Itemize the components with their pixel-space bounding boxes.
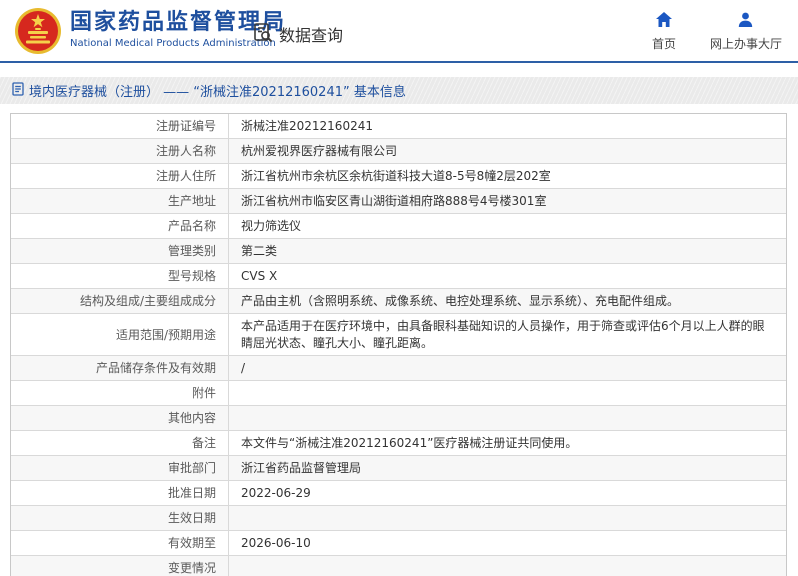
national-emblem-logo <box>14 7 62 55</box>
table-row: 管理类别 第二类 <box>11 239 786 264</box>
table-row: 有效期至 2026-06-10 <box>11 531 786 556</box>
table-row: 注册人名称 杭州爱视界医疗器械有限公司 <box>11 139 786 164</box>
table-row: 注册人住所 浙江省杭州市余杭区余杭街道科技大道8-5号8幢2层202室 <box>11 164 786 189</box>
table-row: 审批部门 浙江省药品监督管理局 <box>11 456 786 481</box>
table-row: 生产地址 浙江省杭州市临安区青山湖街道相府路888号4号楼301室 <box>11 189 786 214</box>
row-value: CVS X <box>241 269 278 283</box>
row-label: 产品名称 <box>11 214 229 238</box>
breadcrumb: 境内医疗器械（注册） —— “浙械注准20212160241” 基本信息 <box>12 81 406 100</box>
row-label: 变更情况 <box>11 556 229 576</box>
row-label: 审批部门 <box>11 456 229 480</box>
table-row: 注册证编号 浙械注准20212160241 <box>11 114 786 139</box>
document-icon <box>12 81 24 100</box>
row-label: 注册人住所 <box>11 164 229 188</box>
row-label: 其他内容 <box>11 406 229 430</box>
row-label: 批准日期 <box>11 481 229 505</box>
row-value <box>229 506 786 530</box>
row-value: / <box>241 361 246 375</box>
data-query-nav[interactable]: 数据查询 <box>252 21 343 47</box>
document-search-icon <box>252 21 274 47</box>
row-label: 备注 <box>11 431 229 455</box>
nav-home-label: 首页 <box>651 37 676 51</box>
row-label: 产品储存条件及有效期 <box>11 356 229 380</box>
row-label: 注册证编号 <box>11 114 229 138</box>
row-label: 注册人名称 <box>11 139 229 163</box>
row-label: 适用范围/预期用途 <box>11 314 229 355</box>
row-value: 产品由主机（含照明系统、成像系统、电控处理系统、显示系统）、充电配件组成。 <box>241 294 680 308</box>
table-row: 结构及组成/主要组成成分 产品由主机（含照明系统、成像系统、电控处理系统、显示系统… <box>11 289 786 314</box>
site-header: 国家药品监督管理局 National Medical Products Admi… <box>0 0 798 63</box>
table-row: 变更情况 <box>11 556 786 576</box>
table-row: 适用范围/预期用途 本产品适用于在医疗环境中，由具备眼科基础知识的人员操作，用于筛… <box>11 314 786 356</box>
user-icon <box>738 12 753 31</box>
table-row: 产品储存条件及有效期 / <box>11 356 786 381</box>
table-row: 其他内容 <box>11 406 786 431</box>
row-label: 生产地址 <box>11 189 229 213</box>
nav-service-hall[interactable]: 网上办事大厅 <box>710 12 782 52</box>
breadcrumb-text: 境内医疗器械（注册） —— “浙械注准20212160241” 基本信息 <box>29 85 406 100</box>
table-row: 生效日期 <box>11 506 786 531</box>
row-label: 生效日期 <box>11 506 229 530</box>
table-row: 备注 本文件与“浙械注准20212160241”医疗器械注册证共同使用。 <box>11 431 786 456</box>
row-value <box>229 406 786 430</box>
row-value: 2026-06-10 <box>241 536 311 550</box>
row-value: 浙江省药品监督管理局 <box>241 461 362 475</box>
top-nav: 首页 网上办事大厅 <box>652 12 782 52</box>
row-label: 附件 <box>11 381 229 405</box>
nav-service-hall-label: 网上办事大厅 <box>709 37 782 51</box>
row-value: 2022-06-29 <box>241 486 311 500</box>
row-value: 杭州爱视界医疗器械有限公司 <box>241 144 398 158</box>
breadcrumb-band: 境内医疗器械（注册） —— “浙械注准20212160241” 基本信息 <box>0 77 798 104</box>
row-value: 浙江省杭州市余杭区余杭街道科技大道8-5号8幢2层202室 <box>241 169 551 183</box>
row-value: 浙江省杭州市临安区青山湖街道相府路888号4号楼301室 <box>241 194 547 208</box>
row-value <box>229 556 786 576</box>
nav-home[interactable]: 首页 <box>652 12 676 52</box>
row-value <box>229 381 786 405</box>
home-icon <box>655 12 672 31</box>
row-value: 本产品适用于在医疗环境中，由具备眼科基础知识的人员操作，用于筛查或评估6个月以上… <box>241 319 765 350</box>
table-row: 型号规格 CVS X <box>11 264 786 289</box>
row-label: 结构及组成/主要组成成分 <box>11 289 229 313</box>
row-label: 型号规格 <box>11 264 229 288</box>
row-label: 管理类别 <box>11 239 229 263</box>
row-label: 有效期至 <box>11 531 229 555</box>
info-table: 注册证编号 浙械注准20212160241 注册人名称 杭州爱视界医疗器械有限公司 注册… <box>10 113 787 576</box>
row-value: 浙械注准20212160241 <box>241 119 373 133</box>
row-value: 第二类 <box>241 244 278 258</box>
data-query-label: 数据查询 <box>279 26 344 45</box>
row-value: 视力筛选仪 <box>241 219 302 233</box>
table-row: 附件 <box>11 381 786 406</box>
row-value: 本文件与“浙械注准20212160241”医疗器械注册证共同使用。 <box>241 436 578 450</box>
table-row: 产品名称 视力筛选仪 <box>11 214 786 239</box>
table-row: 批准日期 2022-06-29 <box>11 481 786 506</box>
